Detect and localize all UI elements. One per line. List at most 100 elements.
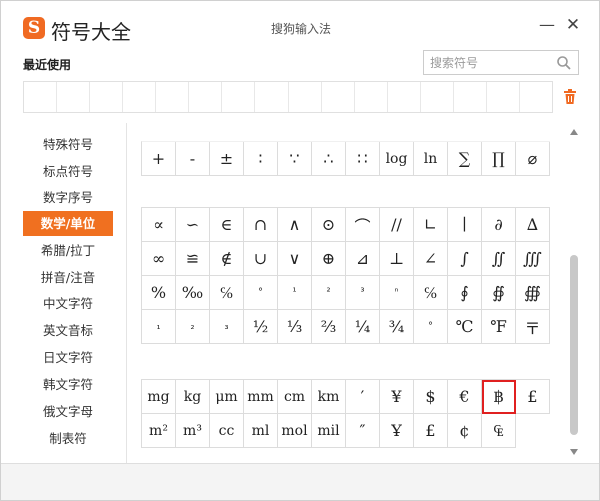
symbol-cell[interactable]: mol bbox=[278, 414, 312, 448]
search-box[interactable] bbox=[423, 50, 579, 75]
symbol-cell[interactable]: ² bbox=[312, 276, 346, 310]
recent-symbol-cell[interactable] bbox=[421, 82, 454, 112]
recent-symbol-cell[interactable] bbox=[289, 82, 322, 112]
symbol-cell[interactable]: km bbox=[312, 380, 346, 414]
sidebar-item[interactable]: 中文字符 bbox=[23, 291, 113, 316]
symbol-cell[interactable]: € bbox=[448, 380, 482, 414]
symbol-cell[interactable]: ℅ bbox=[210, 276, 244, 310]
symbol-cell[interactable]: ℅ bbox=[414, 276, 448, 310]
symbol-cell[interactable]: ± bbox=[210, 142, 244, 176]
recent-symbol-cell[interactable] bbox=[90, 82, 124, 112]
recent-symbol-cell[interactable] bbox=[487, 82, 520, 112]
symbol-cell[interactable]: £ bbox=[516, 380, 550, 414]
symbol-cell[interactable]: ∰ bbox=[516, 276, 550, 310]
symbol-cell[interactable]: ∴ bbox=[312, 142, 346, 176]
trash-icon[interactable] bbox=[563, 89, 577, 105]
symbol-cell[interactable]: $ bbox=[414, 380, 448, 414]
sidebar-item[interactable]: 标点符号 bbox=[23, 159, 113, 184]
symbol-cell[interactable]: ∉ bbox=[210, 242, 244, 276]
sidebar-item[interactable]: 日文字符 bbox=[23, 345, 113, 370]
recent-symbol-cell[interactable] bbox=[520, 82, 552, 112]
search-icon[interactable] bbox=[556, 55, 572, 71]
symbol-cell[interactable]: ∪ bbox=[244, 242, 278, 276]
symbol-cell[interactable]: ℃ bbox=[448, 310, 482, 344]
recent-symbol-cell[interactable] bbox=[123, 82, 157, 112]
sidebar-item[interactable]: 数字序号 bbox=[23, 185, 113, 210]
symbol-cell[interactable]: ⁿ bbox=[380, 276, 414, 310]
symbol-cell[interactable]: ¹ bbox=[278, 276, 312, 310]
symbol-cell[interactable]: ¥ bbox=[380, 380, 414, 414]
symbol-cell[interactable]: ∶ bbox=[244, 142, 278, 176]
symbol-cell[interactable]: ′ bbox=[346, 380, 380, 414]
symbol-cell[interactable]: ∣ bbox=[448, 208, 482, 242]
symbol-cell[interactable]: ∞ bbox=[142, 242, 176, 276]
symbol-cell[interactable]: ‰ bbox=[176, 276, 210, 310]
recent-symbol-cell[interactable] bbox=[57, 82, 91, 112]
symbol-cell[interactable]: ₁ bbox=[142, 310, 176, 344]
symbol-cell[interactable]: ln bbox=[414, 142, 448, 176]
symbol-cell[interactable]: ∟ bbox=[414, 208, 448, 242]
symbol-cell[interactable]: ∭ bbox=[516, 242, 550, 276]
symbol-cell[interactable]: ° bbox=[414, 310, 448, 344]
symbol-cell[interactable]: ⅔ bbox=[312, 310, 346, 344]
symbol-cell[interactable]: μm bbox=[210, 380, 244, 414]
symbol-cell[interactable]: ⅓ bbox=[278, 310, 312, 344]
symbol-cell[interactable]: ∑ bbox=[448, 142, 482, 176]
symbol-cell[interactable]: ∵ bbox=[278, 142, 312, 176]
symbol-cell[interactable]: ∆ bbox=[516, 208, 550, 242]
sidebar-item[interactable]: 俄文字母 bbox=[23, 399, 113, 424]
symbol-cell[interactable]: ₠ bbox=[482, 414, 516, 448]
symbol-cell[interactable]: ⌀ bbox=[516, 142, 550, 176]
symbol-cell[interactable]: ฿ bbox=[482, 380, 516, 414]
symbol-cell[interactable]: cm bbox=[278, 380, 312, 414]
symbol-cell[interactable]: - bbox=[176, 142, 210, 176]
sidebar-item[interactable]: 英文音标 bbox=[23, 318, 113, 343]
minimize-button[interactable]: — bbox=[537, 15, 557, 35]
symbol-cell[interactable]: ⊿ bbox=[346, 242, 380, 276]
recent-symbol-cell[interactable] bbox=[189, 82, 223, 112]
title-bar[interactable]: S 符号大全 搜狗输入法 — ✕ bbox=[1, 1, 599, 44]
symbol-cell[interactable]: ∯ bbox=[482, 276, 516, 310]
symbol-cell[interactable]: ⌒ bbox=[346, 208, 380, 242]
sidebar-item[interactable]: 数学/单位 bbox=[23, 211, 113, 236]
symbol-cell[interactable]: ≌ bbox=[176, 242, 210, 276]
symbol-cell[interactable]: ∬ bbox=[482, 242, 516, 276]
symbol-cell[interactable]: ¢ bbox=[448, 414, 482, 448]
scroll-up-arrow-icon[interactable] bbox=[570, 129, 578, 135]
symbol-cell[interactable]: ∈ bbox=[210, 208, 244, 242]
sidebar-item[interactable]: 拼音/注音 bbox=[23, 265, 113, 290]
symbol-cell[interactable]: £ bbox=[414, 414, 448, 448]
symbol-cell[interactable]: ⊕ bbox=[312, 242, 346, 276]
recent-symbol-cell[interactable] bbox=[255, 82, 289, 112]
symbol-cell[interactable]: ⊥ bbox=[380, 242, 414, 276]
symbol-cell[interactable]: m³ bbox=[176, 414, 210, 448]
symbol-cell[interactable]: + bbox=[142, 142, 176, 176]
symbol-cell[interactable]: ∷ bbox=[346, 142, 380, 176]
symbol-cell[interactable]: ∠ bbox=[414, 242, 448, 276]
symbol-cell[interactable]: ¾ bbox=[380, 310, 414, 344]
symbol-cell[interactable]: ₂ bbox=[176, 310, 210, 344]
symbol-cell[interactable]: ∂ bbox=[482, 208, 516, 242]
close-button[interactable]: ✕ bbox=[563, 15, 583, 35]
search-input[interactable] bbox=[430, 53, 550, 72]
sidebar-item[interactable]: 希腊/拉丁 bbox=[23, 238, 113, 263]
symbol-cell[interactable]: ∮ bbox=[448, 276, 482, 310]
symbol-cell[interactable]: ∽ bbox=[176, 208, 210, 242]
symbol-cell[interactable]: ∨ bbox=[278, 242, 312, 276]
symbol-cell[interactable]: kg bbox=[176, 380, 210, 414]
symbol-cell[interactable]: mg bbox=[142, 380, 176, 414]
symbol-cell[interactable]: // bbox=[380, 208, 414, 242]
scrollbar[interactable] bbox=[567, 123, 581, 463]
symbol-cell[interactable]: ⊙ bbox=[312, 208, 346, 242]
symbol-cell[interactable]: ∝ bbox=[142, 208, 176, 242]
symbol-cell[interactable]: mm bbox=[244, 380, 278, 414]
scroll-down-arrow-icon[interactable] bbox=[570, 449, 578, 455]
recent-symbol-cell[interactable] bbox=[454, 82, 487, 112]
symbol-cell[interactable]: ∧ bbox=[278, 208, 312, 242]
sidebar-item[interactable]: 韩文字符 bbox=[23, 372, 113, 397]
symbol-cell[interactable]: m² bbox=[142, 414, 176, 448]
symbol-cell[interactable]: mil bbox=[312, 414, 346, 448]
symbol-cell[interactable]: ° bbox=[244, 276, 278, 310]
symbol-cell[interactable]: ½ bbox=[244, 310, 278, 344]
symbol-cell[interactable]: ∏ bbox=[482, 142, 516, 176]
